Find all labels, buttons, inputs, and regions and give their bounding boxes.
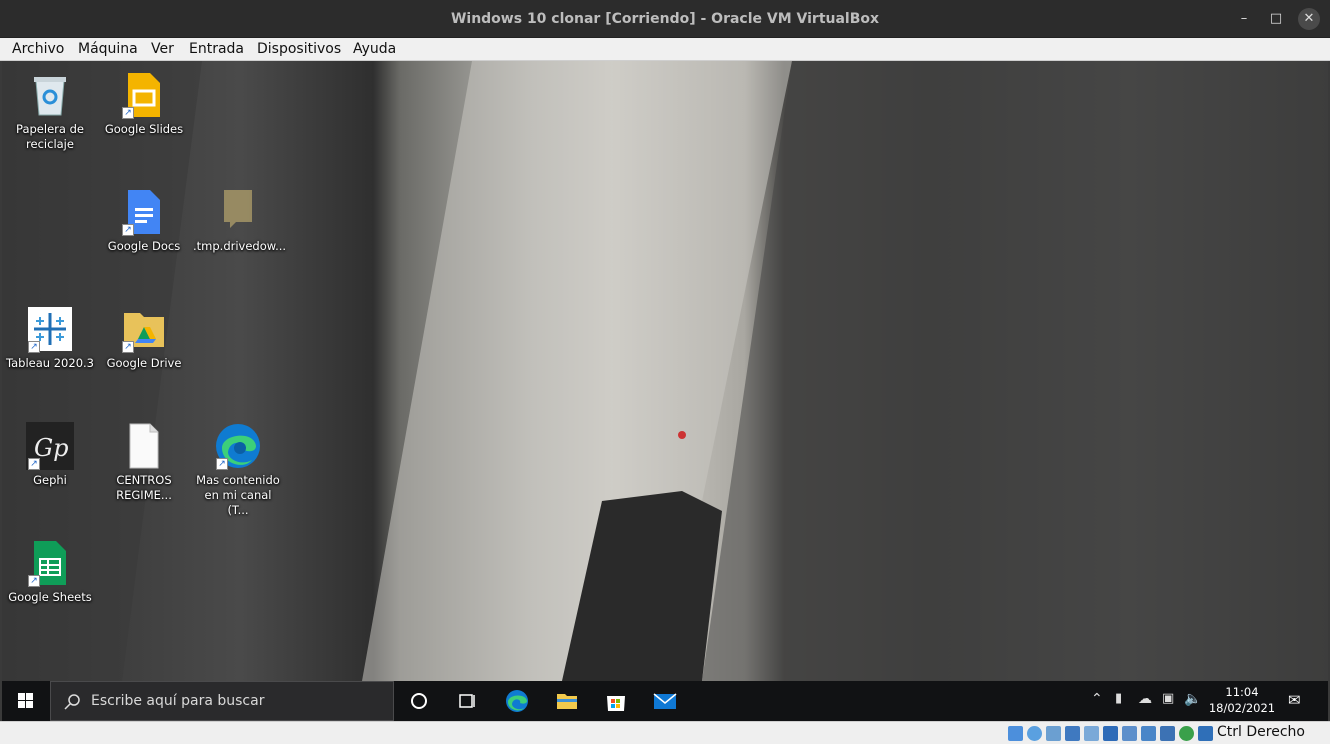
google-sheets-icon: ↗ bbox=[26, 539, 74, 587]
network-icon[interactable]: ▣ bbox=[1162, 691, 1174, 706]
shortcut-arrow-icon: ↗ bbox=[216, 458, 228, 470]
virtualization-icon[interactable] bbox=[1160, 726, 1175, 741]
icon-label: CENTROS REGIME... bbox=[116, 473, 172, 502]
start-button[interactable] bbox=[2, 681, 50, 721]
icon-label: Mas contenido en mi canal (T... bbox=[196, 473, 280, 517]
guest-screen[interactable]: Papelera de reciclaje ↗ Google Slides ↗ … bbox=[2, 61, 1328, 721]
icon-label: Tableau 2020.3 bbox=[6, 356, 94, 370]
desktop-wallpaper bbox=[2, 61, 1328, 681]
icon-label: Google Sheets bbox=[8, 590, 92, 604]
taskbar-clock[interactable]: 11:04 18/02/2021 bbox=[1202, 684, 1282, 716]
shortcut-arrow-icon: ↗ bbox=[28, 575, 40, 587]
virtualbox-status-bar: Ctrl Derecho bbox=[0, 721, 1330, 744]
menu-entrada[interactable]: Entrada bbox=[189, 41, 244, 57]
task-view-icon[interactable] bbox=[455, 689, 479, 713]
minimize-button[interactable]: – bbox=[1233, 8, 1255, 30]
host-key-label: Ctrl Derecho bbox=[1217, 724, 1305, 740]
edge-taskbar-icon[interactable] bbox=[505, 689, 529, 713]
search-icon bbox=[64, 694, 80, 710]
windows-taskbar: Escribe aquí para buscar ⌃ ▮ ☁ ▣ 🔈 11:04… bbox=[2, 681, 1328, 721]
desktop-icon-centros-regime[interactable]: CENTROS REGIME... bbox=[99, 422, 189, 503]
edge-icon: ↗ bbox=[214, 422, 262, 470]
windows-logo-icon bbox=[18, 693, 33, 708]
icon-label: Papelera de reciclaje bbox=[16, 122, 84, 151]
desktop-icon-gephi[interactable]: Gp ↗ Gephi bbox=[5, 422, 95, 488]
mouse-integration-icon[interactable] bbox=[1179, 726, 1194, 741]
onedrive-cloud-icon[interactable]: ☁ bbox=[1138, 691, 1152, 707]
microsoft-store-icon[interactable] bbox=[604, 689, 628, 713]
usb-icon[interactable] bbox=[1084, 726, 1099, 741]
desktop-icon-tmp-drivedownload[interactable]: .tmp.drivedow... bbox=[193, 188, 287, 254]
taskbar-search-box[interactable]: Escribe aquí para buscar bbox=[50, 681, 394, 721]
google-drive-icon: ↗ bbox=[120, 305, 168, 353]
menu-maquina[interactable]: Máquina bbox=[78, 41, 138, 57]
desktop-icon-google-drive[interactable]: ↗ Google Drive bbox=[99, 305, 189, 371]
video-capture-icon[interactable] bbox=[1141, 726, 1156, 741]
menu-bar: Archivo Máquina Ver Entrada Dispositivos… bbox=[0, 38, 1330, 61]
maximize-button[interactable]: □ bbox=[1265, 8, 1287, 30]
desktop-icon-mas-contenido[interactable]: ↗ Mas contenido en mi canal (T... bbox=[193, 422, 283, 518]
clock-date: 18/02/2021 bbox=[1208, 701, 1276, 715]
notifications-icon[interactable]: ✉ bbox=[1288, 691, 1301, 709]
host-key-arrow-icon[interactable] bbox=[1198, 726, 1213, 741]
volume-icon[interactable]: 🔈 bbox=[1184, 691, 1201, 707]
shortcut-arrow-icon: ↗ bbox=[122, 341, 134, 353]
desktop-icon-google-docs[interactable]: ↗ Google Docs bbox=[99, 188, 189, 254]
recycle-bin-icon bbox=[26, 71, 74, 119]
tableau-icon: ↗ bbox=[26, 305, 74, 353]
clock-time: 11:04 bbox=[1225, 685, 1259, 699]
shortcut-arrow-icon: ↗ bbox=[122, 107, 134, 119]
desktop-icon-tableau[interactable]: ↗ Tableau 2020.3 bbox=[5, 305, 95, 371]
google-docs-icon: ↗ bbox=[120, 188, 168, 236]
optical-drive-icon[interactable] bbox=[1027, 726, 1042, 741]
mail-icon[interactable] bbox=[653, 689, 677, 713]
document-icon bbox=[120, 422, 168, 470]
title-bar[interactable]: Windows 10 clonar [Corriendo] - Oracle V… bbox=[0, 0, 1330, 38]
icon-label: Google Docs bbox=[107, 239, 181, 253]
shared-folders-icon[interactable] bbox=[1103, 726, 1118, 741]
desktop-icon-google-slides[interactable]: ↗ Google Slides bbox=[99, 71, 189, 137]
gephi-icon: Gp ↗ bbox=[26, 422, 74, 470]
network-adapter-icon[interactable] bbox=[1065, 726, 1080, 741]
window-title: Windows 10 clonar [Corriendo] - Oracle V… bbox=[450, 11, 880, 27]
google-slides-icon: ↗ bbox=[120, 71, 168, 119]
folder-icon bbox=[214, 188, 262, 236]
icon-label: Gephi bbox=[33, 473, 67, 487]
battery-icon[interactable]: ▮ bbox=[1115, 691, 1122, 706]
search-placeholder: Escribe aquí para buscar bbox=[91, 693, 265, 709]
display-icon[interactable] bbox=[1122, 726, 1137, 741]
desktop-icon-google-sheets[interactable]: ↗ Google Sheets bbox=[5, 539, 95, 605]
menu-dispositivos[interactable]: Dispositivos bbox=[257, 41, 341, 57]
audio-icon[interactable] bbox=[1046, 726, 1061, 741]
desktop-icon-recycle-bin[interactable]: Papelera de reciclaje bbox=[5, 71, 95, 152]
icon-label: Google Slides bbox=[104, 122, 184, 136]
shortcut-arrow-icon: ↗ bbox=[28, 341, 40, 353]
cortana-icon[interactable] bbox=[407, 689, 431, 713]
virtualbox-window: Windows 10 clonar [Corriendo] - Oracle V… bbox=[0, 0, 1330, 744]
menu-ver[interactable]: Ver bbox=[151, 41, 174, 57]
hard-disk-icon[interactable] bbox=[1008, 726, 1023, 741]
file-explorer-icon[interactable] bbox=[555, 689, 579, 713]
icon-label: Google Drive bbox=[106, 356, 182, 370]
icon-label: .tmp.drivedow... bbox=[193, 239, 287, 253]
menu-ayuda[interactable]: Ayuda bbox=[353, 41, 396, 57]
show-hidden-icons-chevron-icon[interactable]: ⌃ bbox=[1091, 691, 1103, 707]
close-button[interactable]: ✕ bbox=[1298, 8, 1320, 30]
menu-archivo[interactable]: Archivo bbox=[12, 41, 64, 57]
shortcut-arrow-icon: ↗ bbox=[28, 458, 40, 470]
shortcut-arrow-icon: ↗ bbox=[122, 224, 134, 236]
